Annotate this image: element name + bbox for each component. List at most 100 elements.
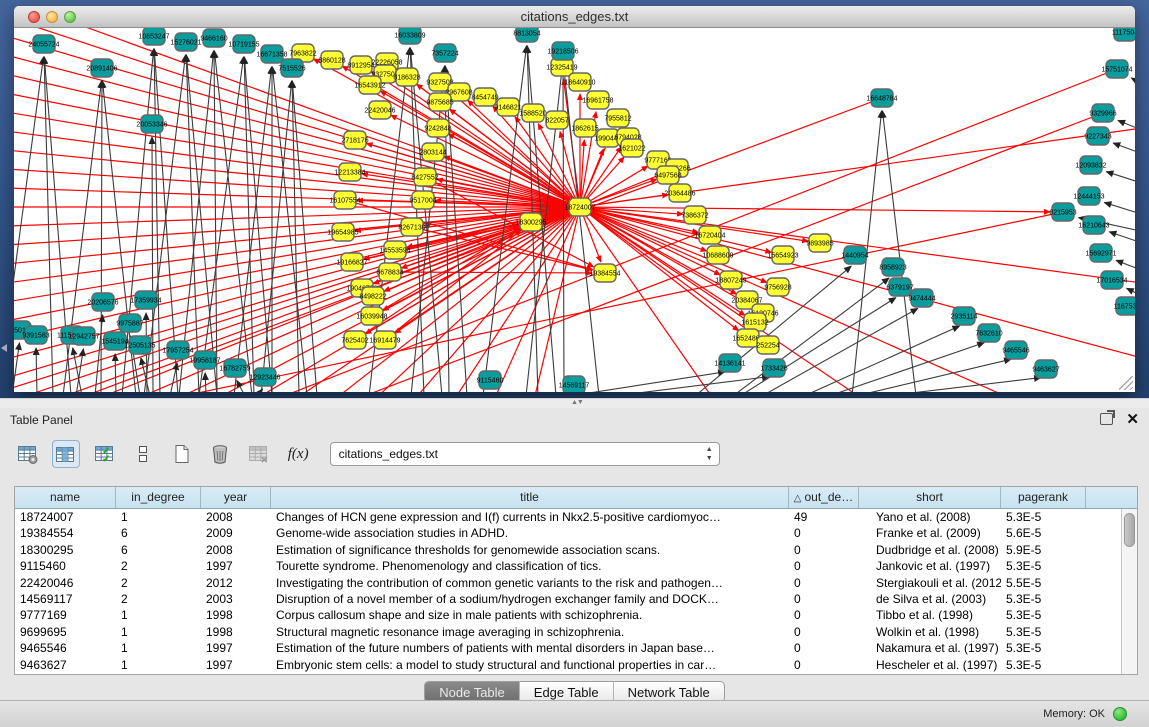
graph-node[interactable]: 9975887 xyxy=(116,314,143,332)
graph-node[interactable]: 14553594 xyxy=(379,241,410,259)
window-titlebar[interactable]: citations_edges.txt xyxy=(14,6,1135,28)
table-row[interactable]: 946554611997Estimation of the future num… xyxy=(15,640,1121,656)
graph-node[interactable]: 9875685 xyxy=(426,93,453,111)
graph-node[interactable]: 12444153 xyxy=(1073,187,1104,205)
table-row[interactable]: 2242004622012Investigating the contribut… xyxy=(15,575,1121,591)
graph-node[interactable]: 20891406 xyxy=(86,59,117,77)
graph-node[interactable]: 8267130 xyxy=(398,218,425,236)
graph-node[interactable]: 7625402 xyxy=(341,331,368,349)
graph-node[interactable]: 19166827 xyxy=(336,253,367,271)
graph-node[interactable]: 9146821 xyxy=(494,98,521,116)
graph-node[interactable]: 16039948 xyxy=(356,307,387,325)
graph-node[interactable]: 8678834 xyxy=(376,263,403,281)
graph-node[interactable]: 9463627 xyxy=(1032,360,1059,378)
graph-node[interactable]: 6379197 xyxy=(886,278,913,296)
graph-node[interactable]: 16210643 xyxy=(1078,216,1109,234)
graph-node[interactable]: 12505135 xyxy=(124,336,155,354)
graph-node[interactable]: 12942757 xyxy=(68,327,99,345)
graph-node[interactable]: 19218506 xyxy=(547,42,578,60)
graph-node[interactable]: 24055724 xyxy=(28,35,59,53)
graph-node[interactable]: 17957254 xyxy=(162,341,193,359)
graph-node[interactable]: 2718176 xyxy=(341,131,368,149)
graph-node[interactable]: 9893985 xyxy=(806,234,833,252)
graph-node[interactable]: 17016534 xyxy=(1096,271,1127,289)
row-selection-icon[interactable]: ✓✓ xyxy=(91,440,119,468)
graph-node[interactable]: 1733426 xyxy=(760,359,787,377)
graph-node[interactable]: 2935114 xyxy=(951,307,978,325)
graph-node[interactable]: 9391583 xyxy=(22,326,49,344)
graph-node[interactable]: 9115460 xyxy=(477,371,504,389)
graph-node[interactable]: 7357224 xyxy=(431,44,458,62)
graph-node[interactable]: 1167534 xyxy=(1114,297,1135,315)
graph-node[interactable]: 16782759 xyxy=(219,359,250,377)
graph-node[interactable]: 19384554 xyxy=(589,264,620,282)
graph-node[interactable]: 9466160 xyxy=(200,29,227,47)
graph-node[interactable]: 9329966 xyxy=(1089,104,1116,122)
graph-node[interactable]: 16648784 xyxy=(866,89,897,107)
column-header-year[interactable]: year xyxy=(201,487,271,508)
graph-node[interactable]: 19654985 xyxy=(327,223,358,241)
table-row[interactable]: 1938455462009Genome-wide association stu… xyxy=(15,525,1121,541)
graph-node[interactable]: 15276021 xyxy=(170,33,201,51)
graph-node[interactable]: 1588520 xyxy=(519,104,546,122)
column-header-pagerank[interactable]: pagerank xyxy=(1001,487,1086,508)
graph-node[interactable]: 9474444 xyxy=(908,289,935,307)
delete-column-icon[interactable] xyxy=(206,440,234,468)
graph-node[interactable]: 17359934 xyxy=(130,291,161,309)
table-options-icon[interactable] xyxy=(14,440,42,468)
table-vertical-scrollbar[interactable] xyxy=(1121,509,1137,674)
graph-node[interactable]: 19958187 xyxy=(189,351,220,369)
graph-node[interactable]: 22420046 xyxy=(364,101,395,119)
graph-node[interactable]: 18640910 xyxy=(564,73,595,91)
table-mode-icon[interactable] xyxy=(129,440,157,468)
column-header-name[interactable]: name xyxy=(15,487,116,508)
graph-node[interactable]: 15692971 xyxy=(1085,244,1116,262)
table-row[interactable]: 946362711997Embryonic stem cells: a mode… xyxy=(15,657,1121,673)
graph-node[interactable]: 822057 xyxy=(545,111,568,129)
memory-status-indicator-icon[interactable] xyxy=(1113,707,1127,721)
panel-splitter[interactable]: ▲▼ xyxy=(0,398,1149,408)
graph-node[interactable]: 16720404 xyxy=(694,226,725,244)
graph-node[interactable]: 20364486 xyxy=(664,184,695,202)
column-header-out_de[interactable]: △out_de… xyxy=(789,487,859,508)
graph-node[interactable]: 16914479 xyxy=(369,331,400,349)
splitter-handle-icon[interactable]: ▲▼ xyxy=(571,399,583,406)
graph-node[interactable]: 8454749 xyxy=(471,88,498,106)
column-header-title[interactable]: title xyxy=(271,487,789,508)
scrollbar-thumb[interactable] xyxy=(1124,513,1135,547)
graph-node[interactable]: 7386372 xyxy=(681,206,708,224)
graph-node[interactable]: 20206576 xyxy=(87,293,118,311)
graph-node[interactable]: 15751074 xyxy=(1101,60,1132,78)
graph-node[interactable]: 20053346 xyxy=(136,115,167,133)
graph-node[interactable]: 15654923 xyxy=(767,246,798,264)
graph-node[interactable]: 8427552 xyxy=(411,168,438,186)
close-panel-icon[interactable]: ✕ xyxy=(1126,410,1139,428)
graph-node[interactable]: 9242848 xyxy=(424,119,451,137)
table-select-dropdown[interactable]: citations_edges.txt ▲▼ xyxy=(330,442,720,466)
graph-node[interactable]: 14136141 xyxy=(714,354,745,372)
graph-node[interactable]: 1621022 xyxy=(618,139,645,157)
graph-node[interactable]: 1440954 xyxy=(841,246,868,264)
function-builder-icon[interactable]: f(x) xyxy=(283,440,313,468)
graph-node[interactable]: 7632610 xyxy=(975,324,1002,342)
graph-node[interactable]: 9227343 xyxy=(1084,127,1111,145)
graph-node[interactable]: 16543912 xyxy=(354,76,385,94)
graph-node[interactable]: 7955812 xyxy=(604,109,631,127)
table-row[interactable]: 1456911722003Disruption of a novel membe… xyxy=(15,591,1121,607)
graph-node[interactable]: 18807249 xyxy=(715,271,746,289)
column-header-short[interactable]: short xyxy=(859,487,1001,508)
graph-node[interactable]: 9465546 xyxy=(1002,341,1029,359)
table-row[interactable]: 911546021997Tourette syndrome. Phenomeno… xyxy=(15,558,1121,574)
left-panel-collapse-arrow-icon[interactable] xyxy=(1,344,7,352)
graph-node[interactable]: 10719155 xyxy=(228,35,259,53)
graph-node[interactable]: 1117504 xyxy=(1112,28,1135,41)
graph-node[interactable]: 12213384 xyxy=(334,163,365,181)
graph-node[interactable]: 14569117 xyxy=(559,376,590,392)
float-panel-icon[interactable] xyxy=(1100,413,1113,425)
graph-node[interactable]: 2803144 xyxy=(419,143,446,161)
graph-node[interactable]: 8958923 xyxy=(879,258,906,276)
table-row[interactable]: 977716911998Corpus callosum shape and si… xyxy=(15,607,1121,623)
graph-node[interactable]: 8813054 xyxy=(513,28,540,42)
graph-node[interactable]: 9517004 xyxy=(409,191,436,209)
graph-node[interactable]: 7515526 xyxy=(278,59,305,77)
